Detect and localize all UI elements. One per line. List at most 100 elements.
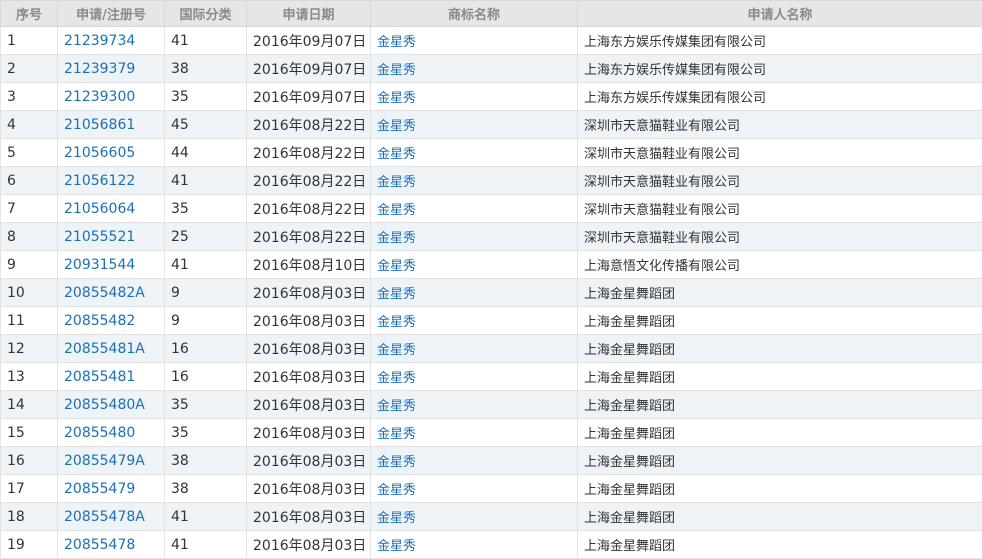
reg-no-link[interactable]: 21056605 [64, 145, 135, 161]
reg-no-link[interactable]: 20855482A [64, 285, 145, 301]
table-row: 1520855480352016年08月03日金星秀上海金星舞蹈团 [1, 419, 982, 447]
row-trademark-name-cell: 金星秀 [371, 195, 578, 223]
trademark-name-link[interactable]: 金星秀 [377, 91, 416, 106]
header-index: 序号 [1, 1, 58, 27]
row-reg-no-cell: 20855478A [58, 503, 165, 531]
reg-no-link[interactable]: 21056122 [64, 173, 135, 189]
row-trademark-name-cell: 金星秀 [371, 335, 578, 363]
row-applicant: 上海东方娱乐传媒集团有限公司 [578, 83, 982, 111]
trademark-name-link[interactable]: 金星秀 [377, 63, 416, 78]
reg-no-link[interactable]: 21239300 [64, 89, 135, 105]
table-row: 621056122412016年08月22日金星秀深圳市天意猫鞋业有限公司 [1, 167, 982, 195]
reg-no-link[interactable]: 20931544 [64, 257, 135, 273]
row-intl-class: 38 [165, 475, 247, 503]
table-row: 1920855478412016年08月03日金星秀上海金星舞蹈团 [1, 531, 982, 559]
reg-no-link[interactable]: 20855481A [64, 341, 145, 357]
row-index: 16 [1, 447, 58, 475]
reg-no-link[interactable]: 21239734 [64, 33, 135, 49]
trademark-name-link[interactable]: 金星秀 [377, 259, 416, 274]
row-index: 5 [1, 139, 58, 167]
table-row: 1420855480A352016年08月03日金星秀上海金星舞蹈团 [1, 391, 982, 419]
reg-no-link[interactable]: 20855478 [64, 537, 135, 553]
reg-no-link[interactable]: 21056861 [64, 117, 135, 133]
row-apply-date: 2016年08月22日 [247, 195, 371, 223]
table-row: 1620855479A382016年08月03日金星秀上海金星舞蹈团 [1, 447, 982, 475]
trademark-name-link[interactable]: 金星秀 [377, 203, 416, 218]
header-trademark-name: 商标名称 [371, 1, 578, 27]
table-row: 821055521252016年08月22日金星秀深圳市天意猫鞋业有限公司 [1, 223, 982, 251]
row-intl-class: 41 [165, 531, 247, 559]
trademark-name-link[interactable]: 金星秀 [377, 119, 416, 134]
reg-no-link[interactable]: 20855480 [64, 425, 135, 441]
row-apply-date: 2016年09月07日 [247, 83, 371, 111]
reg-no-link[interactable]: 20855479A [64, 453, 145, 469]
row-apply-date: 2016年08月10日 [247, 251, 371, 279]
row-index: 7 [1, 195, 58, 223]
trademark-name-link[interactable]: 金星秀 [377, 511, 416, 526]
row-apply-date: 2016年08月03日 [247, 531, 371, 559]
row-apply-date: 2016年08月22日 [247, 167, 371, 195]
row-trademark-name-cell: 金星秀 [371, 531, 578, 559]
row-intl-class: 16 [165, 363, 247, 391]
trademark-name-link[interactable]: 金星秀 [377, 231, 416, 246]
row-applicant: 上海金星舞蹈团 [578, 447, 982, 475]
trademark-name-link[interactable]: 金星秀 [377, 427, 416, 442]
trademark-name-link[interactable]: 金星秀 [377, 315, 416, 330]
reg-no-link[interactable]: 20855481 [64, 369, 135, 385]
row-index: 12 [1, 335, 58, 363]
row-apply-date: 2016年09月07日 [247, 27, 371, 55]
row-trademark-name-cell: 金星秀 [371, 251, 578, 279]
header-apply-date: 申请日期 [247, 1, 371, 27]
row-index: 4 [1, 111, 58, 139]
trademark-name-link[interactable]: 金星秀 [377, 35, 416, 50]
reg-no-link[interactable]: 20855478A [64, 509, 145, 525]
reg-no-link[interactable]: 21055521 [64, 229, 135, 245]
reg-no-link[interactable]: 20855482 [64, 313, 135, 329]
row-reg-no-cell: 20855480A [58, 391, 165, 419]
trademark-name-link[interactable]: 金星秀 [377, 399, 416, 414]
trademark-name-link[interactable]: 金星秀 [377, 371, 416, 386]
table-row: 112085548292016年08月03日金星秀上海金星舞蹈团 [1, 307, 982, 335]
row-trademark-name-cell: 金星秀 [371, 503, 578, 531]
row-intl-class: 38 [165, 55, 247, 83]
row-apply-date: 2016年08月22日 [247, 223, 371, 251]
row-apply-date: 2016年08月03日 [247, 419, 371, 447]
row-index: 17 [1, 475, 58, 503]
trademark-name-link[interactable]: 金星秀 [377, 175, 416, 190]
reg-no-link[interactable]: 21056064 [64, 201, 135, 217]
row-index: 11 [1, 307, 58, 335]
reg-no-link[interactable]: 20855479 [64, 481, 135, 497]
row-reg-no-cell: 20855478 [58, 531, 165, 559]
row-index: 10 [1, 279, 58, 307]
row-intl-class: 35 [165, 391, 247, 419]
row-trademark-name-cell: 金星秀 [371, 447, 578, 475]
row-reg-no-cell: 20931544 [58, 251, 165, 279]
row-intl-class: 35 [165, 83, 247, 111]
row-apply-date: 2016年08月03日 [247, 307, 371, 335]
row-applicant: 上海金星舞蹈团 [578, 531, 982, 559]
row-intl-class: 9 [165, 307, 247, 335]
trademark-name-link[interactable]: 金星秀 [377, 483, 416, 498]
row-index: 9 [1, 251, 58, 279]
trademark-name-link[interactable]: 金星秀 [377, 147, 416, 162]
trademark-name-link[interactable]: 金星秀 [377, 455, 416, 470]
trademark-name-link[interactable]: 金星秀 [377, 539, 416, 554]
reg-no-link[interactable]: 20855480A [64, 397, 145, 413]
row-reg-no-cell: 21239379 [58, 55, 165, 83]
row-apply-date: 2016年08月03日 [247, 391, 371, 419]
row-reg-no-cell: 21055521 [58, 223, 165, 251]
row-apply-date: 2016年08月22日 [247, 139, 371, 167]
row-trademark-name-cell: 金星秀 [371, 83, 578, 111]
trademark-name-link[interactable]: 金星秀 [377, 287, 416, 302]
row-applicant: 上海金星舞蹈团 [578, 335, 982, 363]
row-index: 18 [1, 503, 58, 531]
row-index: 15 [1, 419, 58, 447]
row-apply-date: 2016年08月03日 [247, 279, 371, 307]
trademark-table: 序号 申请/注册号 国际分类 申请日期 商标名称 申请人名称 121239734… [0, 0, 982, 559]
row-reg-no-cell: 20855482A [58, 279, 165, 307]
reg-no-link[interactable]: 21239379 [64, 61, 135, 77]
trademark-name-link[interactable]: 金星秀 [377, 343, 416, 358]
row-apply-date: 2016年08月03日 [247, 335, 371, 363]
row-trademark-name-cell: 金星秀 [371, 27, 578, 55]
header-reg-no: 申请/注册号 [58, 1, 165, 27]
